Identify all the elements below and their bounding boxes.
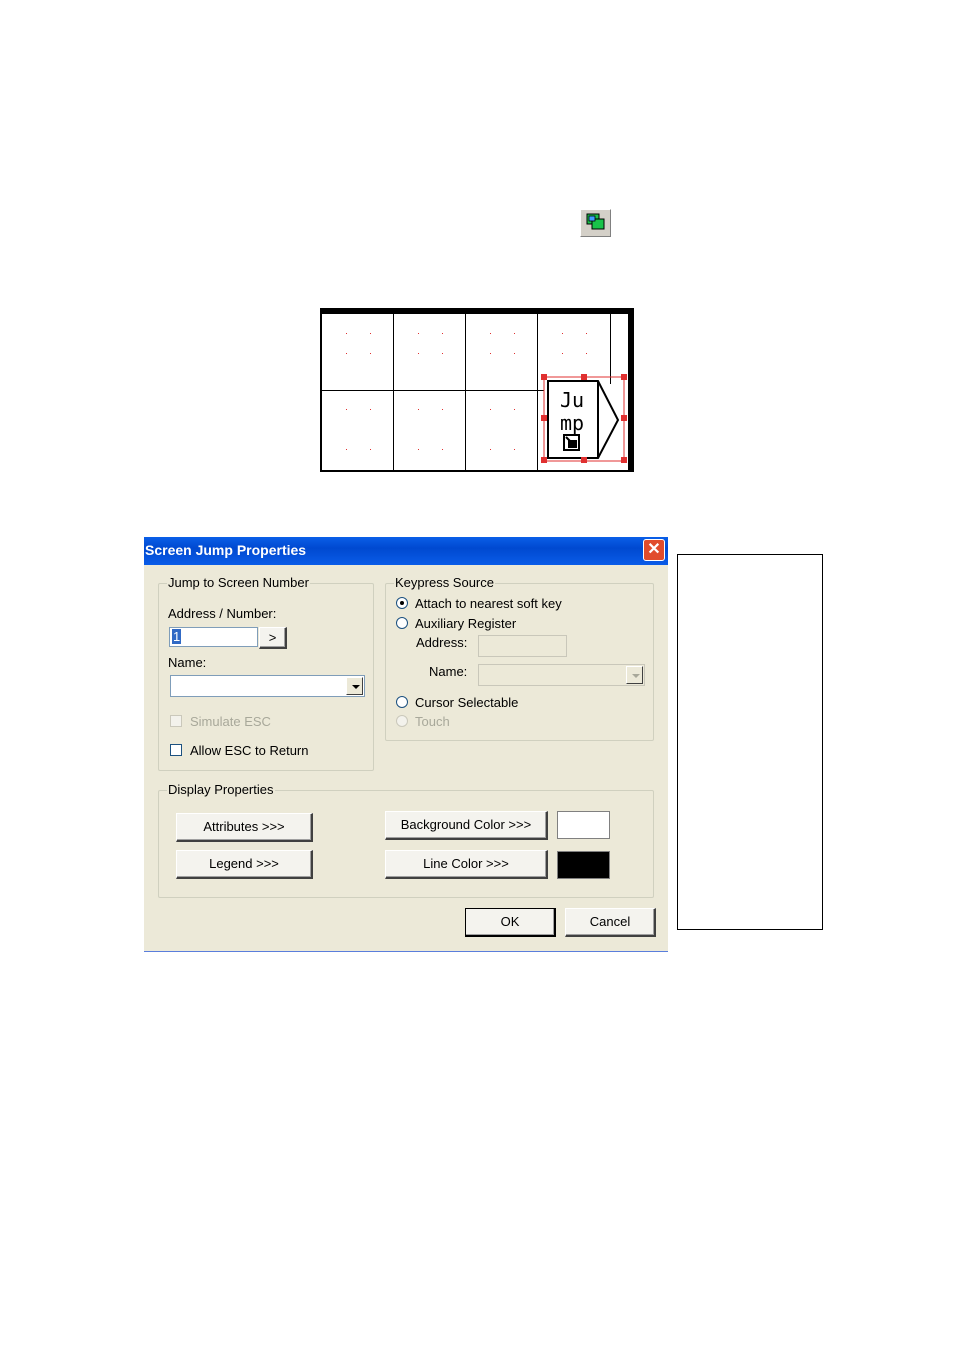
- cancel-button[interactable]: Cancel: [565, 908, 656, 937]
- display-properties-group: Display Properties Attributes >>> Legend…: [158, 782, 654, 898]
- side-annotation-box: [677, 554, 823, 930]
- name-label: Name:: [168, 655, 207, 670]
- address-number-input[interactable]: 1: [169, 627, 258, 647]
- line-color-swatch[interactable]: [557, 851, 610, 879]
- chevron-down-icon: [626, 666, 643, 684]
- aux-name-select: [478, 664, 645, 686]
- aux-address-input: [478, 635, 567, 657]
- keypress-source-group: Keypress Source Attach to nearest soft k…: [385, 575, 654, 741]
- address-number-value: 1: [172, 629, 182, 644]
- close-button[interactable]: ✕: [643, 539, 665, 561]
- simulate-esc-label: Simulate ESC: [190, 714, 271, 729]
- chevron-down-icon[interactable]: [346, 677, 363, 695]
- jump-label-line1: Ju: [560, 388, 584, 412]
- softkey-option-label[interactable]: Attach to nearest soft key: [415, 596, 562, 611]
- screen-jump-dialog: Screen Jump Properties ✕ Jump to Screen …: [144, 537, 668, 952]
- screen-jump-object[interactable]: Ju mp: [541, 374, 627, 463]
- jump-to-screen-group: Jump to Screen Number Address / Number: …: [158, 575, 374, 771]
- browse-screen-button[interactable]: >: [259, 627, 287, 649]
- close-icon: ✕: [647, 541, 661, 558]
- aux-name-label: Name:: [429, 664, 468, 679]
- dialog-title: Screen Jump Properties: [145, 542, 307, 558]
- group-label: Display Properties: [167, 782, 275, 797]
- title-bar[interactable]: Screen Jump Properties ✕: [144, 537, 668, 565]
- touch-label: Touch: [415, 714, 450, 729]
- attributes-button[interactable]: Attributes >>>: [176, 813, 313, 842]
- simulate-esc-checkbox: [170, 715, 182, 727]
- screen-jump-tool-icon[interactable]: [580, 209, 611, 237]
- aux-register-radio[interactable]: [396, 617, 408, 629]
- screen-canvas[interactable]: Ju mp: [320, 308, 634, 472]
- screen-name-select[interactable]: [170, 675, 365, 697]
- group-label: Jump to Screen Number: [167, 575, 310, 590]
- jump-icon: [563, 434, 580, 451]
- cursor-selectable-label[interactable]: Cursor Selectable: [415, 695, 518, 710]
- legend-button[interactable]: Legend >>>: [176, 850, 313, 879]
- touch-radio: [396, 715, 408, 727]
- background-color-button[interactable]: Background Color >>>: [385, 811, 548, 840]
- aux-address-label: Address:: [416, 635, 468, 650]
- background-color-swatch[interactable]: [557, 811, 610, 839]
- ok-button[interactable]: OK: [465, 908, 556, 937]
- line-color-button[interactable]: Line Color >>>: [385, 850, 548, 879]
- cursor-selectable-radio[interactable]: [396, 696, 408, 708]
- allow-esc-checkbox[interactable]: [170, 744, 182, 756]
- address-number-label: Address / Number:: [168, 606, 277, 621]
- aux-register-label[interactable]: Auxiliary Register: [415, 616, 516, 631]
- jump-label-line2: mp: [560, 411, 584, 435]
- softkey-radio[interactable]: [396, 597, 408, 609]
- group-label: Keypress Source: [394, 575, 495, 590]
- allow-esc-label[interactable]: Allow ESC to Return: [190, 743, 309, 758]
